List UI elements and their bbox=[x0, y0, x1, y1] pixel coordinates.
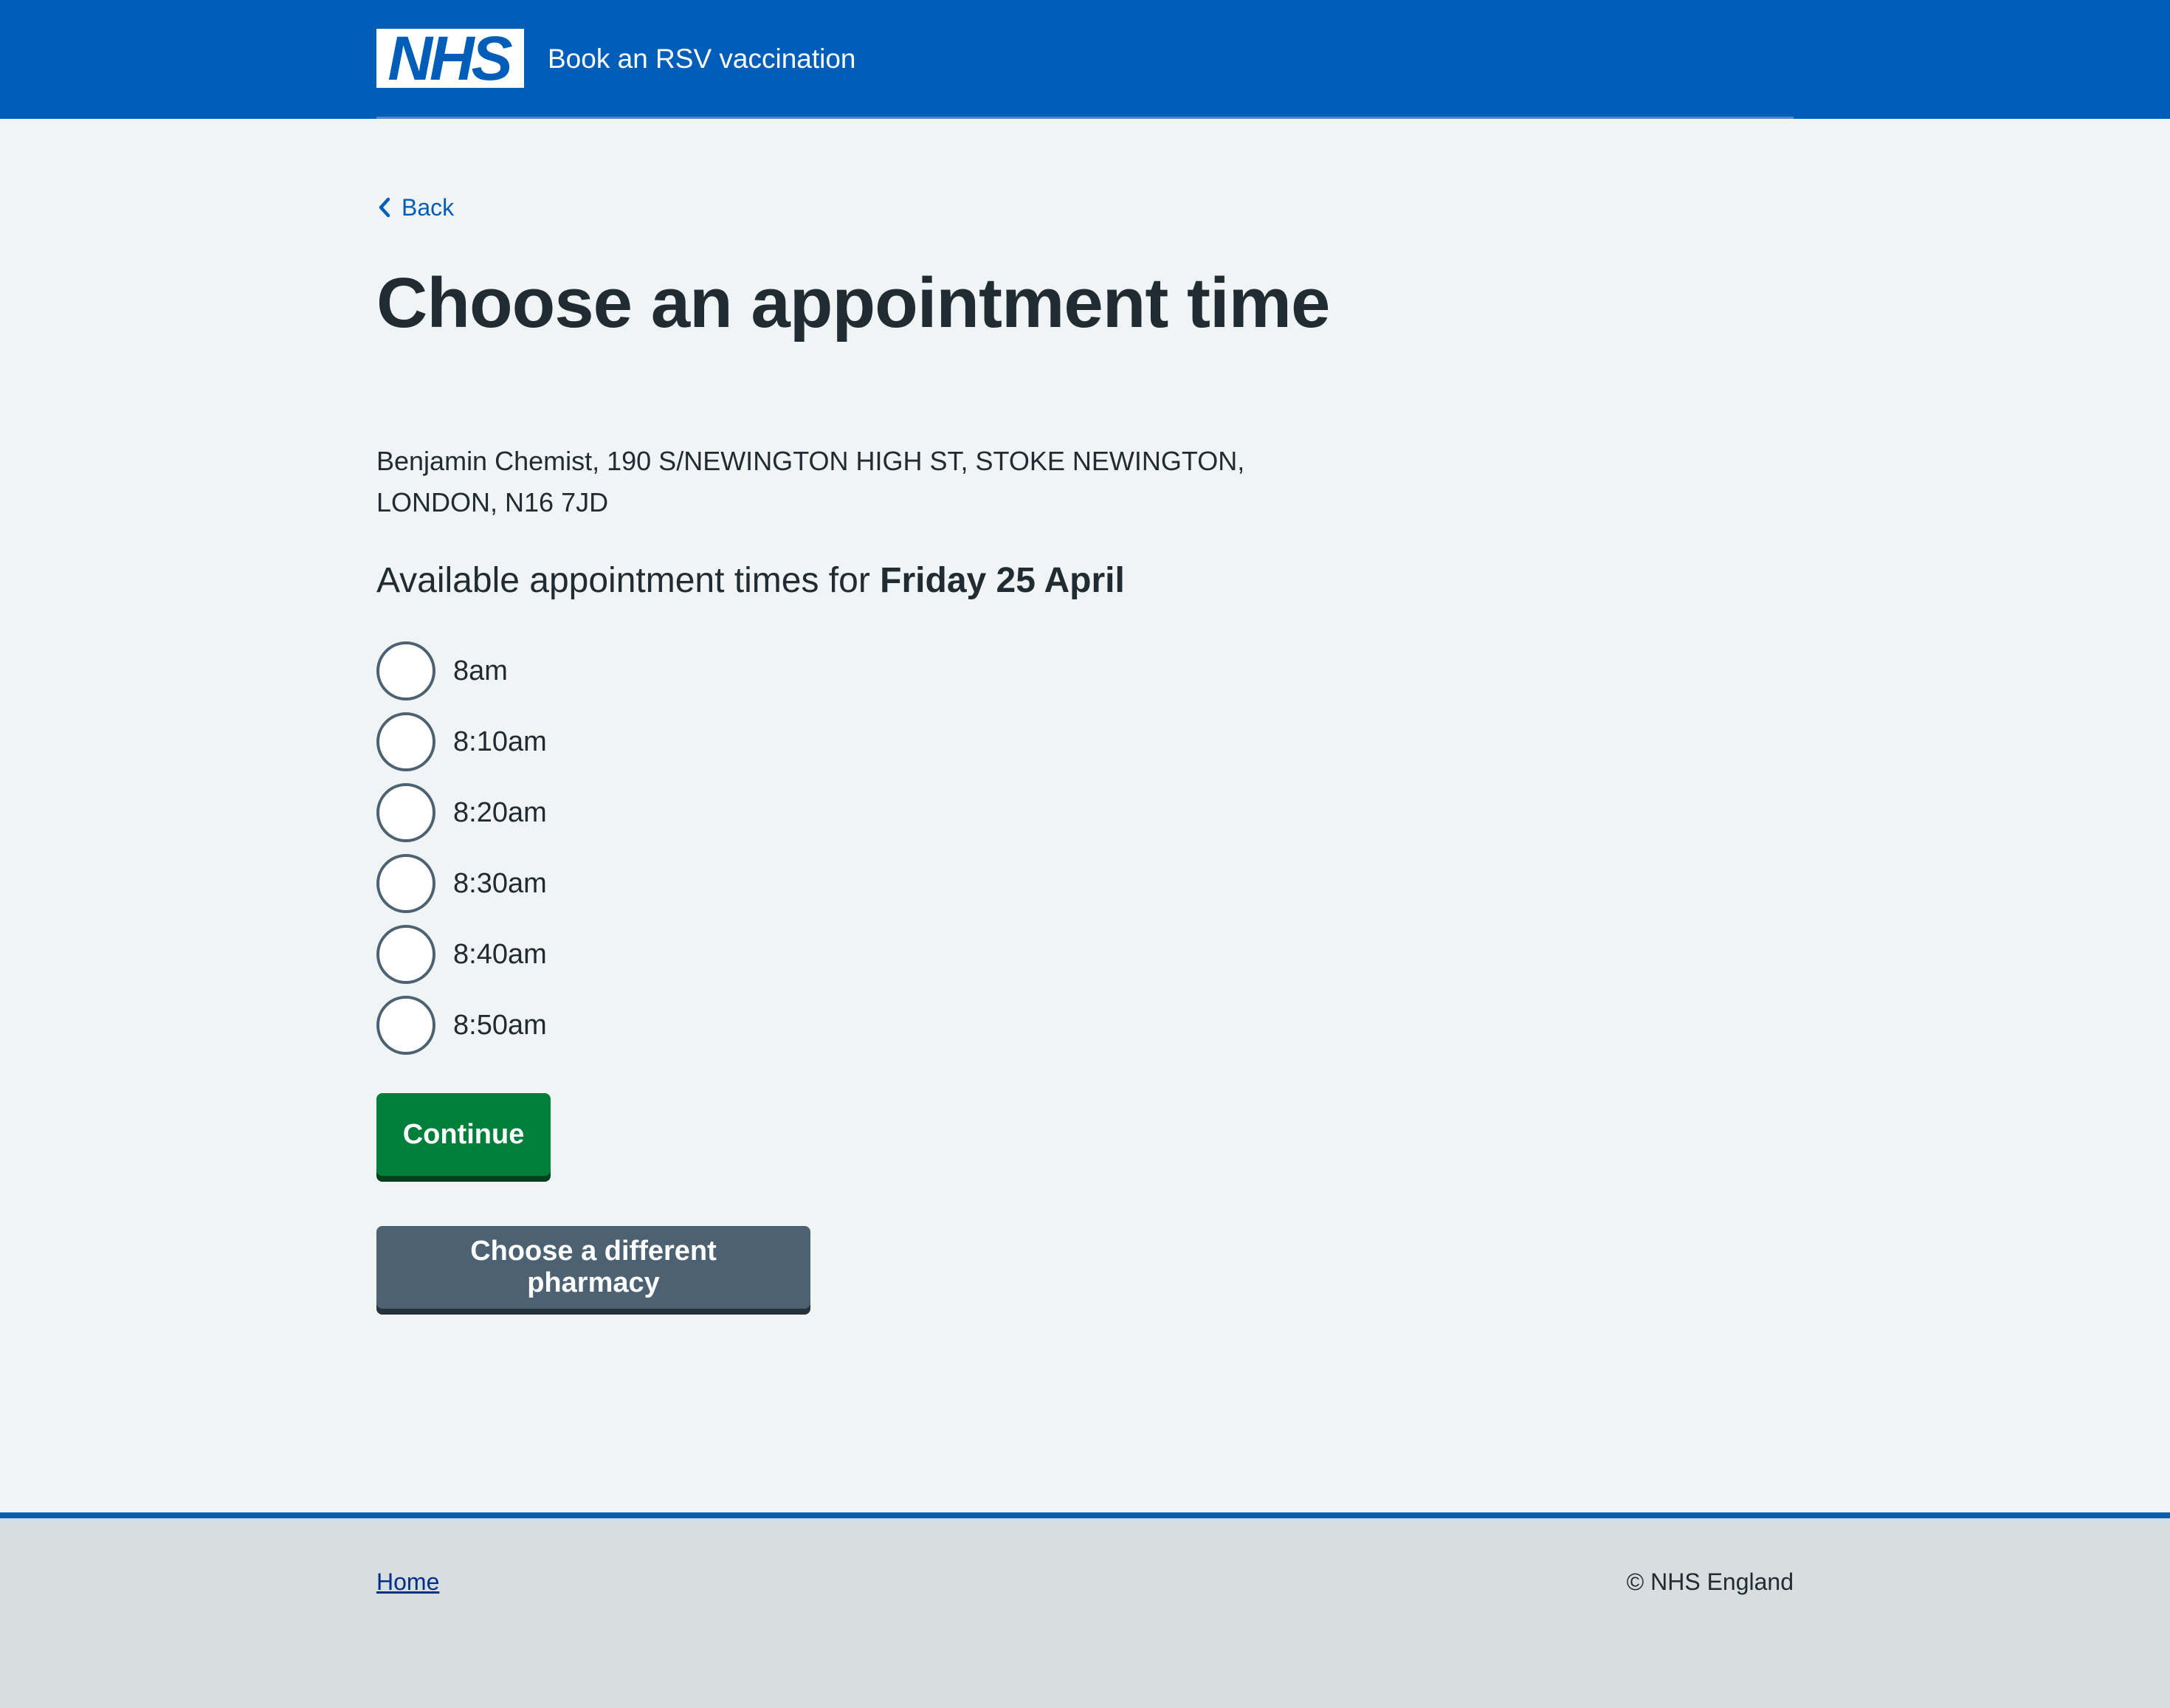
time-option[interactable]: 8:40am bbox=[376, 925, 1794, 984]
footer-home-link[interactable]: Home bbox=[376, 1568, 439, 1596]
footer-copyright: © NHS England bbox=[1626, 1568, 1794, 1595]
site-footer: Home © NHS England bbox=[0, 1512, 2170, 1708]
service-name[interactable]: Book an RSV vaccination bbox=[548, 45, 856, 72]
choose-different-pharmacy-button[interactable]: Choose a different pharmacy bbox=[376, 1226, 810, 1309]
nhs-logo-text: NHS bbox=[388, 24, 512, 93]
time-label[interactable]: 8:50am bbox=[453, 1011, 547, 1039]
pharmacy-address: Benjamin Chemist, 190 S/NEWINGTON HIGH S… bbox=[376, 446, 1245, 517]
page-title: Choose an appointment time bbox=[376, 264, 1330, 342]
heading-date: Friday 25 April bbox=[880, 561, 1125, 600]
chevron-left-icon bbox=[379, 197, 390, 218]
time-label[interactable]: 8am bbox=[453, 657, 508, 685]
nhs-logo[interactable]: NHS bbox=[376, 24, 524, 93]
heading-prefix: Available appointment times for bbox=[376, 561, 870, 600]
site-header: NHS Book an RSV vaccination bbox=[0, 0, 2170, 119]
radio-button[interactable] bbox=[376, 641, 435, 700]
radio-button[interactable] bbox=[376, 996, 435, 1055]
radio-button[interactable] bbox=[376, 712, 435, 771]
time-label[interactable]: 8:30am bbox=[453, 870, 547, 898]
back-label: Back bbox=[402, 193, 455, 221]
continue-button[interactable]: Continue bbox=[376, 1093, 551, 1176]
time-label[interactable]: 8:20am bbox=[453, 799, 547, 827]
time-option[interactable]: 8:10am bbox=[376, 712, 1794, 771]
appointment-times-heading: Available appointment times for Friday 2… bbox=[376, 559, 1794, 603]
time-label[interactable]: 8:40am bbox=[453, 940, 547, 968]
header-content: NHS Book an RSV vaccination bbox=[376, 24, 856, 93]
radio-button[interactable] bbox=[376, 783, 435, 842]
time-radio-group: 8am 8:10am 8:20am 8:30am 8:40am 8:50am bbox=[376, 641, 1794, 1055]
time-label[interactable]: 8:10am bbox=[453, 728, 547, 756]
radio-button[interactable] bbox=[376, 854, 435, 913]
main-content: Back Choose an appointment time Benjamin… bbox=[376, 185, 1794, 1309]
back-link[interactable]: Back bbox=[376, 185, 454, 230]
radio-button[interactable] bbox=[376, 925, 435, 984]
time-option[interactable]: 8:20am bbox=[376, 783, 1794, 842]
header-divider bbox=[376, 117, 1794, 119]
time-option[interactable]: 8am bbox=[376, 641, 1794, 700]
time-option[interactable]: 8:50am bbox=[376, 996, 1794, 1055]
time-option[interactable]: 8:30am bbox=[376, 854, 1794, 913]
